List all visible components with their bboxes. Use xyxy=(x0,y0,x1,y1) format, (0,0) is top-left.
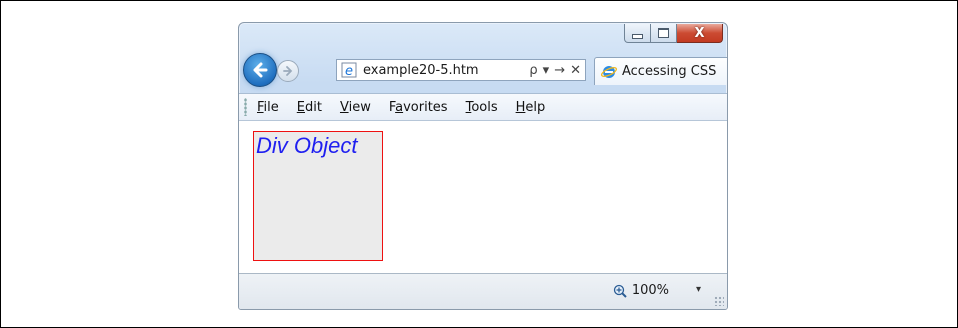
ie-logo-icon xyxy=(601,65,617,78)
zoom-level[interactable]: 100% xyxy=(632,283,669,298)
div-object: Div Object xyxy=(253,131,383,261)
close-button[interactable]: X xyxy=(677,24,723,43)
arrow-left-icon xyxy=(253,62,268,78)
minimize-icon xyxy=(632,33,643,39)
arrow-right-icon[interactable]: → xyxy=(554,63,565,78)
div-object-label: Div Object xyxy=(256,133,358,158)
status-bar: 100% ▾ xyxy=(239,273,727,309)
menu-bar: File Edit View Favorites Tools Help xyxy=(239,93,727,121)
close-icon[interactable]: ✕ xyxy=(570,63,581,78)
resize-grip[interactable] xyxy=(714,296,724,306)
toolbar-grip[interactable] xyxy=(244,98,247,116)
menu-view[interactable]: View xyxy=(340,100,371,115)
tab-accessing-css[interactable]: Accessing CSS xyxy=(594,57,727,85)
zoom-icon xyxy=(613,284,627,298)
tab-label: Accessing CSS xyxy=(622,64,717,79)
address-tools: ρ ▾ → ✕ xyxy=(529,63,581,78)
ie-page-icon: e xyxy=(341,62,357,78)
page-content: Div Object xyxy=(239,121,727,273)
svg-text:e: e xyxy=(345,64,353,78)
back-button[interactable] xyxy=(243,53,277,87)
arrow-right-icon xyxy=(283,66,293,76)
close-icon: X xyxy=(694,25,705,41)
caption-buttons: X xyxy=(624,24,723,43)
search-icon[interactable]: ρ xyxy=(529,63,537,78)
forward-button[interactable] xyxy=(277,60,299,82)
address-text: example20-5.htm xyxy=(363,62,479,78)
browser-window: X e example20-5.htm ρ ▾ → ✕ Accessing CS… xyxy=(238,22,728,310)
chevron-down-icon[interactable]: ▾ xyxy=(543,63,550,78)
menu-help[interactable]: Help xyxy=(516,100,546,115)
menu-file[interactable]: File xyxy=(257,100,279,115)
maximize-button[interactable] xyxy=(651,24,677,43)
address-bar[interactable]: e example20-5.htm ρ ▾ → ✕ xyxy=(336,59,586,81)
maximize-icon xyxy=(658,28,669,38)
minimize-button[interactable] xyxy=(624,24,651,43)
menu-tools[interactable]: Tools xyxy=(466,100,498,115)
chevron-down-icon[interactable]: ▾ xyxy=(696,284,701,295)
menu-edit[interactable]: Edit xyxy=(297,100,322,115)
menu-favorites[interactable]: Favorites xyxy=(389,100,448,115)
